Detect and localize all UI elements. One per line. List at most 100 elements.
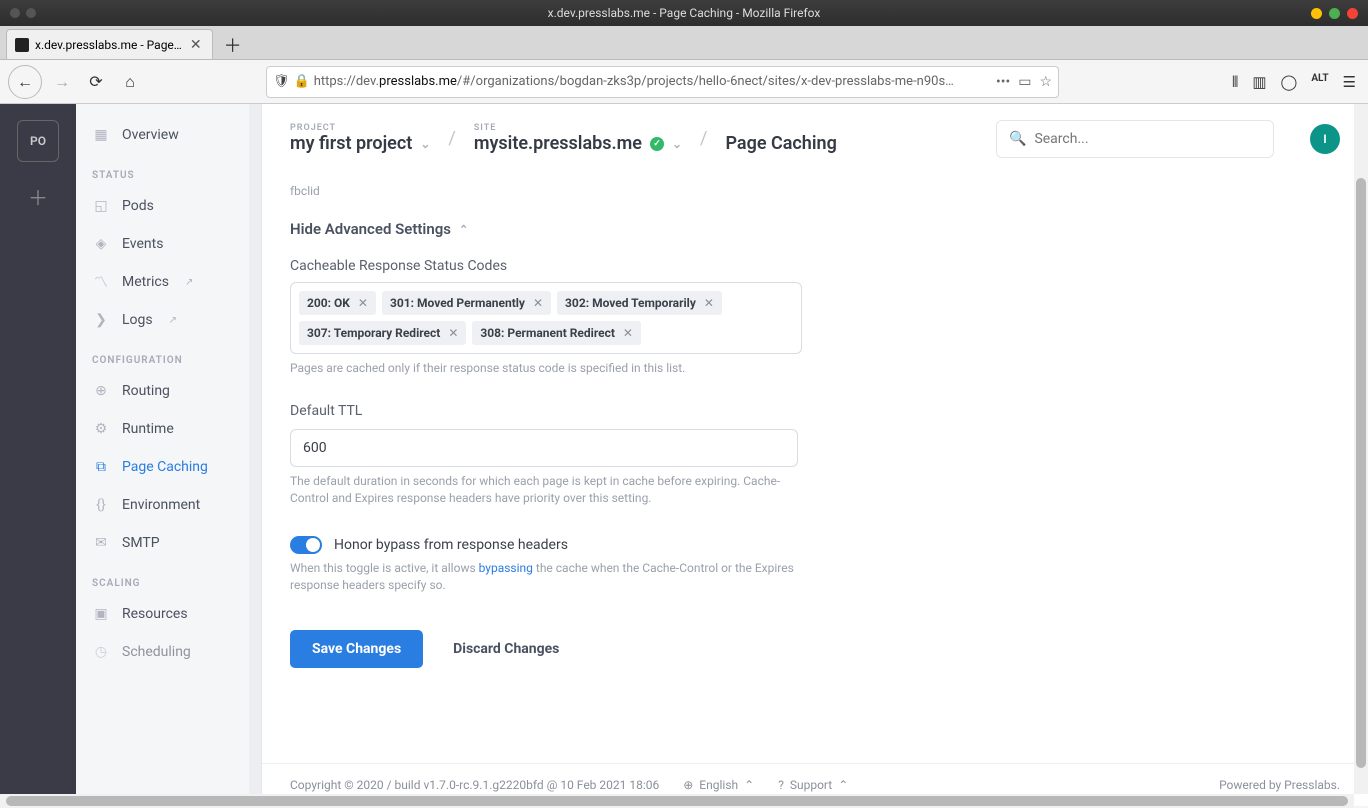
tag-icon: ◈ bbox=[92, 235, 110, 253]
forward-button: → bbox=[48, 68, 76, 96]
sidebar-item-page-caching[interactable]: ⧉Page Caching bbox=[76, 448, 261, 486]
language-switcher[interactable]: ⊕English⌃ bbox=[683, 778, 754, 792]
globe-icon: ⊕ bbox=[92, 382, 110, 400]
minimize-icon[interactable] bbox=[1311, 8, 1322, 19]
sidebar-item-routing[interactable]: ⊕Routing bbox=[76, 372, 261, 410]
maximize-icon[interactable] bbox=[1329, 8, 1340, 19]
app-root: PO ＋ ▦Overview STATUS ◱Pods ◈Events 〽Met… bbox=[0, 104, 1368, 806]
chevron-up-icon: ⌃ bbox=[744, 778, 754, 792]
remove-tag-icon[interactable]: ✕ bbox=[533, 296, 543, 310]
discard-button[interactable]: Discard Changes bbox=[453, 641, 559, 657]
remove-tag-icon[interactable]: ✕ bbox=[704, 296, 714, 310]
back-button[interactable]: ← bbox=[8, 65, 42, 99]
status-codes-input[interactable]: 200: OK✕ 301: Moved Permanently✕ 302: Mo… bbox=[290, 282, 802, 354]
chevron-up-icon: ⌃ bbox=[459, 223, 468, 236]
sidebar-item-environment[interactable]: {}Environment bbox=[76, 486, 261, 524]
search-box[interactable]: 🔍 bbox=[996, 120, 1274, 158]
library-icon[interactable]: ⫴ bbox=[1232, 73, 1238, 91]
hamburger-icon[interactable]: ☰ bbox=[1343, 73, 1356, 91]
account-icon[interactable]: ◯ bbox=[1281, 73, 1298, 91]
chevron-down-icon: ⌄ bbox=[420, 137, 430, 151]
external-icon: ↗ bbox=[169, 315, 177, 326]
sidebar-item-metrics[interactable]: 〽Metrics↗ bbox=[76, 263, 261, 301]
home-button[interactable]: ⌂ bbox=[116, 68, 144, 96]
toggle-advanced-settings[interactable]: Hide Advanced Settings⌃ bbox=[290, 220, 1340, 238]
braces-icon: {} bbox=[92, 496, 110, 514]
sidebar-item-logs[interactable]: ❯Logs↗ bbox=[76, 301, 261, 339]
remove-tag-icon[interactable]: ✕ bbox=[623, 326, 633, 340]
main-panel: PROJECT my first project⌄ / SITE mysite.… bbox=[262, 104, 1368, 806]
shield-icon[interactable]: 🛡 bbox=[273, 74, 290, 89]
scrollbar-thumb[interactable] bbox=[1356, 178, 1366, 768]
sidebar-item-runtime[interactable]: ⚙Runtime bbox=[76, 410, 261, 448]
default-ttl-input[interactable] bbox=[290, 429, 798, 467]
honor-bypass-toggle[interactable] bbox=[290, 536, 322, 554]
bypass-link[interactable]: bypassing bbox=[479, 561, 533, 575]
sidebar-icon[interactable]: ▥ bbox=[1252, 73, 1266, 91]
powered-by-text: Powered by Presslabs. bbox=[1219, 778, 1340, 792]
gear-icon: ⚙ bbox=[92, 420, 110, 438]
sidebar-item-smtp[interactable]: ✉SMTP bbox=[76, 524, 261, 562]
reload-button[interactable]: ⟳ bbox=[82, 68, 110, 96]
remove-tag-icon[interactable]: ✕ bbox=[358, 296, 368, 310]
vertical-scrollbar[interactable] bbox=[1354, 104, 1368, 794]
cpu-icon: ▣ bbox=[92, 605, 110, 623]
field-label-codes: Cacheable Response Status Codes bbox=[290, 258, 1340, 274]
user-avatar[interactable]: I bbox=[1310, 124, 1340, 154]
pill-text: fbclid bbox=[290, 184, 1340, 198]
sidebar-item-overview[interactable]: ▦Overview bbox=[76, 116, 261, 154]
verified-icon: ✓ bbox=[650, 137, 664, 151]
url-bar[interactable]: 🛡 🔒 https://dev.presslabs.me/#/organizat… bbox=[266, 66, 1059, 98]
new-tab-button[interactable]: ＋ bbox=[219, 31, 247, 59]
sidebar-label-scaling: SCALING bbox=[76, 562, 261, 595]
favicon-icon bbox=[15, 38, 29, 52]
cube-icon: ◱ bbox=[92, 197, 110, 215]
reader-icon[interactable]: ▭ bbox=[1018, 74, 1031, 90]
status-code-tag: 308: Permanent Redirect✕ bbox=[472, 321, 641, 345]
remove-tag-icon[interactable]: ✕ bbox=[448, 326, 458, 340]
meatball-icon[interactable]: ••• bbox=[996, 74, 1010, 90]
external-icon: ↗ bbox=[185, 277, 193, 288]
sidebar-label-config: CONFIGURATION bbox=[76, 339, 261, 372]
globe-icon: ⊕ bbox=[683, 778, 693, 792]
sidebar-collapse-handle[interactable] bbox=[249, 104, 261, 806]
terminal-icon: ❯ bbox=[92, 311, 110, 329]
add-org-button[interactable]: ＋ bbox=[28, 182, 48, 211]
url-text: https://dev.presslabs.me/#/organizations… bbox=[314, 74, 992, 89]
scrollbar-thumb[interactable] bbox=[6, 796, 1348, 806]
browser-tab[interactable]: x.dev.presslabs.me - Page… ✕ bbox=[6, 29, 213, 59]
close-icon[interactable] bbox=[1347, 8, 1358, 19]
org-switcher[interactable]: PO bbox=[17, 120, 59, 162]
window-title: x.dev.presslabs.me - Page Caching - Mozi… bbox=[0, 6, 1368, 20]
lock-icon[interactable]: 🔒 bbox=[294, 74, 310, 89]
help-text-bypass: When this toggle is active, it allows by… bbox=[290, 560, 802, 594]
sidebar-item-resources[interactable]: ▣Resources bbox=[76, 595, 261, 633]
toggle-label: Honor bypass from response headers bbox=[334, 537, 568, 553]
layers-icon: ⧉ bbox=[92, 458, 110, 476]
save-button[interactable]: Save Changes bbox=[290, 630, 423, 668]
chart-icon: 〽 bbox=[92, 273, 110, 291]
browser-navbar: ← → ⟳ ⌂ 🛡 🔒 https://dev.presslabs.me/#/o… bbox=[0, 60, 1368, 104]
bookmark-icon[interactable]: ☆ bbox=[1039, 74, 1052, 90]
breadcrumb-site[interactable]: SITE mysite.presslabs.me✓⌄ bbox=[474, 123, 682, 154]
page-title: Page Caching bbox=[725, 123, 836, 154]
breadcrumb-project[interactable]: PROJECT my first project⌄ bbox=[290, 123, 430, 154]
search-input[interactable] bbox=[1034, 131, 1261, 147]
horizontal-scrollbar[interactable] bbox=[0, 794, 1354, 808]
sidebar-item-scheduling[interactable]: ◷Scheduling bbox=[76, 633, 261, 671]
text-encoding-icon[interactable]: ALT bbox=[1311, 73, 1328, 91]
status-code-tag: 307: Temporary Redirect✕ bbox=[299, 321, 466, 345]
tab-close-icon[interactable]: ✕ bbox=[188, 37, 204, 53]
sidebar-item-events[interactable]: ◈Events bbox=[76, 225, 261, 263]
status-code-tag: 200: OK✕ bbox=[299, 291, 376, 315]
chevron-up-icon: ⌃ bbox=[838, 778, 848, 792]
tab-title: x.dev.presslabs.me - Page… bbox=[35, 38, 182, 52]
field-label-ttl: Default TTL bbox=[290, 403, 1340, 419]
help-text-codes: Pages are cached only if their response … bbox=[290, 360, 802, 377]
support-link[interactable]: ?Support⌃ bbox=[778, 778, 848, 792]
org-rail: PO ＋ bbox=[0, 104, 76, 806]
sidebar-item-pods[interactable]: ◱Pods bbox=[76, 187, 261, 225]
window-titlebar: x.dev.presslabs.me - Page Caching - Mozi… bbox=[0, 0, 1368, 26]
grid-icon: ▦ bbox=[92, 126, 110, 144]
sidebar: ▦Overview STATUS ◱Pods ◈Events 〽Metrics↗… bbox=[76, 104, 262, 806]
